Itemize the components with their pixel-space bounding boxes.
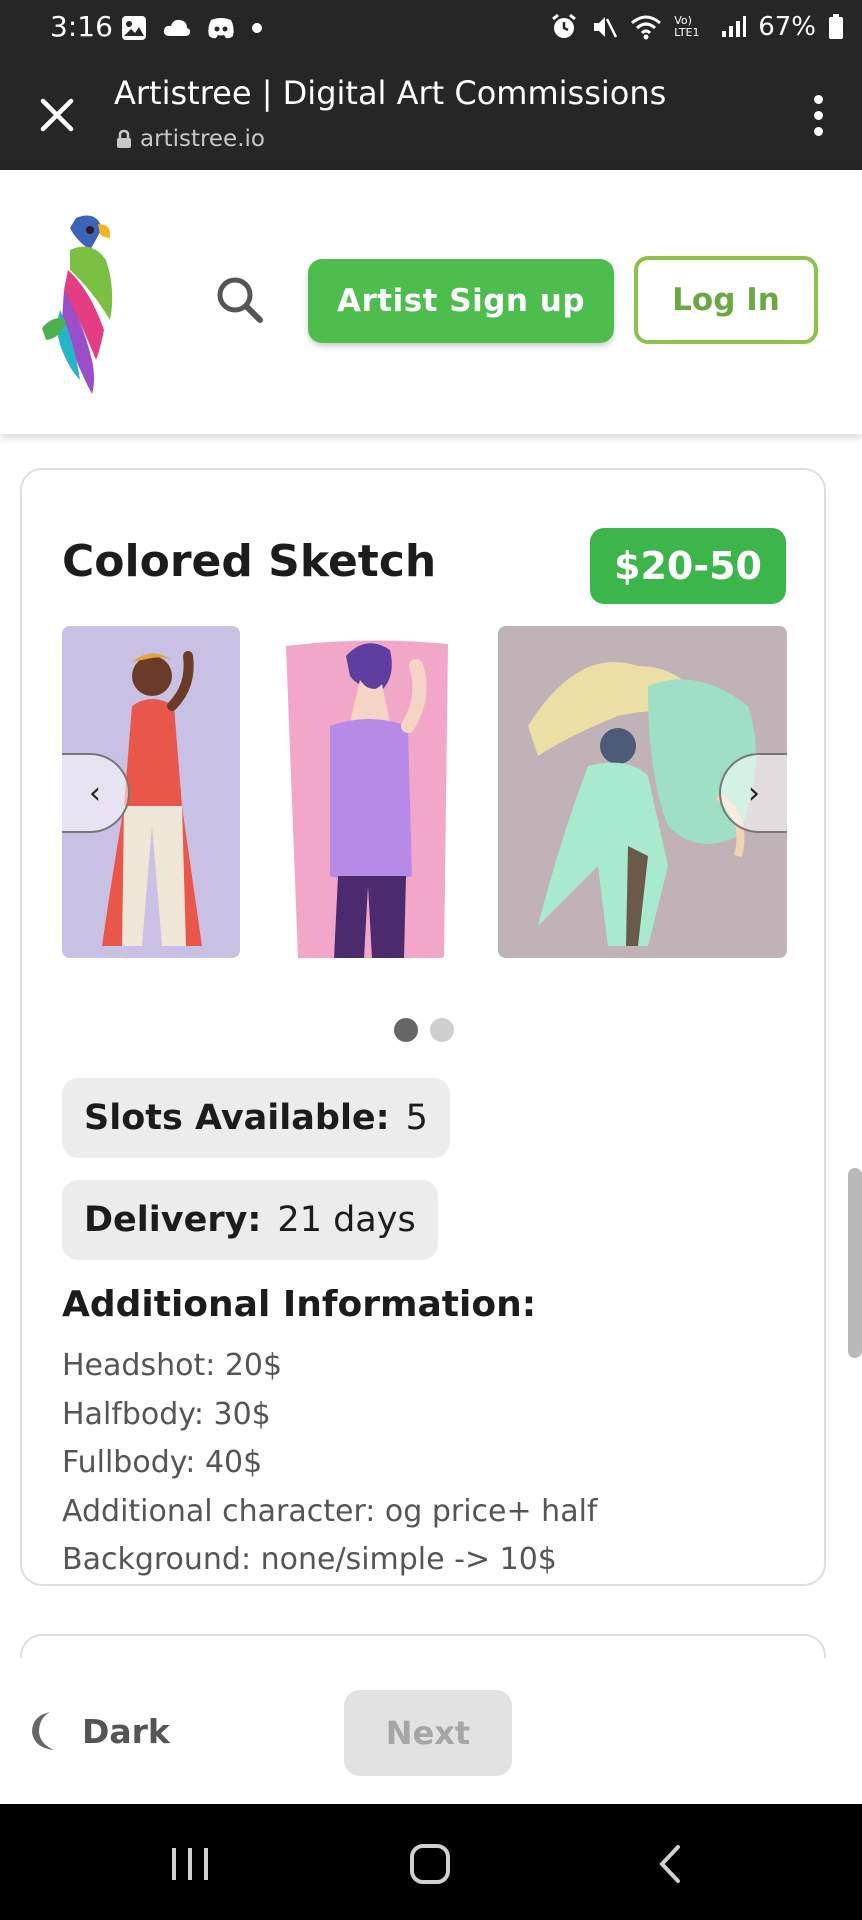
search-button[interactable] bbox=[210, 270, 270, 330]
list-item: Fullbody: 40$ bbox=[62, 1445, 263, 1480]
dark-mode-toggle[interactable]: Dark bbox=[24, 1710, 170, 1752]
browser-toolbar: Artistree | Digital Art Commissions arti… bbox=[0, 56, 862, 170]
site-header: Artist Sign up Log In bbox=[0, 170, 862, 434]
carousel-dot-1[interactable] bbox=[394, 1018, 418, 1042]
menu-dot bbox=[813, 94, 823, 104]
lock-icon bbox=[117, 129, 131, 148]
recent-apps-button[interactable] bbox=[160, 1834, 220, 1894]
artwork-image[interactable] bbox=[286, 626, 448, 958]
slots-label: Slots Available: bbox=[84, 1098, 390, 1138]
home-icon bbox=[410, 1844, 450, 1884]
back-icon bbox=[659, 1845, 680, 1883]
list-item: Background: none/simple -> 10$ bbox=[62, 1542, 557, 1577]
list-item: Halfbody: 30$ bbox=[62, 1396, 271, 1432]
mute-icon bbox=[594, 17, 618, 38]
commission-title: Colored Sketch bbox=[62, 536, 437, 587]
carousel-pagination bbox=[394, 1018, 454, 1042]
artwork-figure-2 bbox=[286, 640, 448, 958]
page-scrollbar[interactable] bbox=[848, 1168, 862, 1358]
android-nav-bar bbox=[0, 1804, 862, 1920]
close-button[interactable] bbox=[32, 90, 82, 140]
dark-mode-label: Dark bbox=[82, 1711, 170, 1751]
commission-card: Colored Sketch $20-50 ‹ › Slots Availabl… bbox=[20, 468, 826, 1586]
slots-available-pill: Slots Available: 5 bbox=[62, 1078, 450, 1158]
carousel-dot-2[interactable] bbox=[430, 1018, 454, 1042]
page-title: Artistree | Digital Art Commissions bbox=[114, 74, 667, 112]
battery-percent: 67% bbox=[758, 12, 816, 42]
more-options-button[interactable] bbox=[798, 90, 838, 140]
artistree-parrot-logo[interactable] bbox=[40, 210, 140, 400]
alarm-icon bbox=[552, 13, 577, 38]
network-label: Vo) LTE1 bbox=[674, 14, 700, 39]
slots-value: 5 bbox=[405, 1098, 428, 1138]
additional-info-title: Additional Information: bbox=[62, 1284, 537, 1325]
search-icon bbox=[217, 277, 263, 323]
url-text: artistree.io bbox=[140, 126, 265, 152]
home-button[interactable] bbox=[400, 1834, 460, 1894]
status-bar: 3:16 Vo) LTE1 67% bbox=[0, 0, 862, 56]
wifi-icon bbox=[631, 15, 662, 40]
recent-apps-icon bbox=[172, 1848, 208, 1880]
price-badge: $20-50 bbox=[590, 528, 786, 604]
battery-icon bbox=[829, 14, 843, 39]
list-item: Additional character: og price+ half bbox=[62, 1493, 598, 1529]
bottom-bar: Dark Next bbox=[0, 1658, 862, 1804]
notification-dot-icon bbox=[252, 23, 262, 33]
chevron-left-icon: ‹ bbox=[89, 775, 101, 811]
main-content: Colored Sketch $20-50 ‹ › Slots Availabl… bbox=[0, 434, 862, 1658]
next-button[interactable]: Next bbox=[344, 1690, 512, 1776]
gallery-icon bbox=[122, 16, 146, 40]
delivery-value: 21 days bbox=[277, 1200, 416, 1240]
moon-icon bbox=[32, 1712, 54, 1750]
delivery-label: Delivery: bbox=[84, 1200, 262, 1240]
back-button[interactable] bbox=[640, 1834, 700, 1894]
status-time: 3:16 bbox=[50, 10, 113, 43]
url-display[interactable]: artistree.io bbox=[116, 126, 265, 152]
login-button[interactable]: Log In bbox=[634, 256, 818, 344]
artist-signup-button[interactable]: Artist Sign up bbox=[308, 259, 614, 343]
close-icon bbox=[40, 98, 74, 132]
next-commission-card bbox=[20, 1634, 826, 1658]
discord-icon bbox=[208, 18, 234, 39]
chevron-right-icon: › bbox=[748, 775, 760, 811]
cloud-icon bbox=[163, 19, 191, 36]
artwork-carousel[interactable]: ‹ › bbox=[62, 626, 787, 958]
signal-icon bbox=[722, 16, 747, 37]
additional-info-list: Headshot: 20$ Halfbody: 30$ Fullbody: 40… bbox=[62, 1342, 597, 1585]
menu-dot bbox=[813, 126, 823, 136]
menu-dot bbox=[813, 110, 823, 120]
delivery-pill: Delivery: 21 days bbox=[62, 1180, 438, 1260]
list-item: Headshot: 20$ bbox=[62, 1348, 283, 1383]
